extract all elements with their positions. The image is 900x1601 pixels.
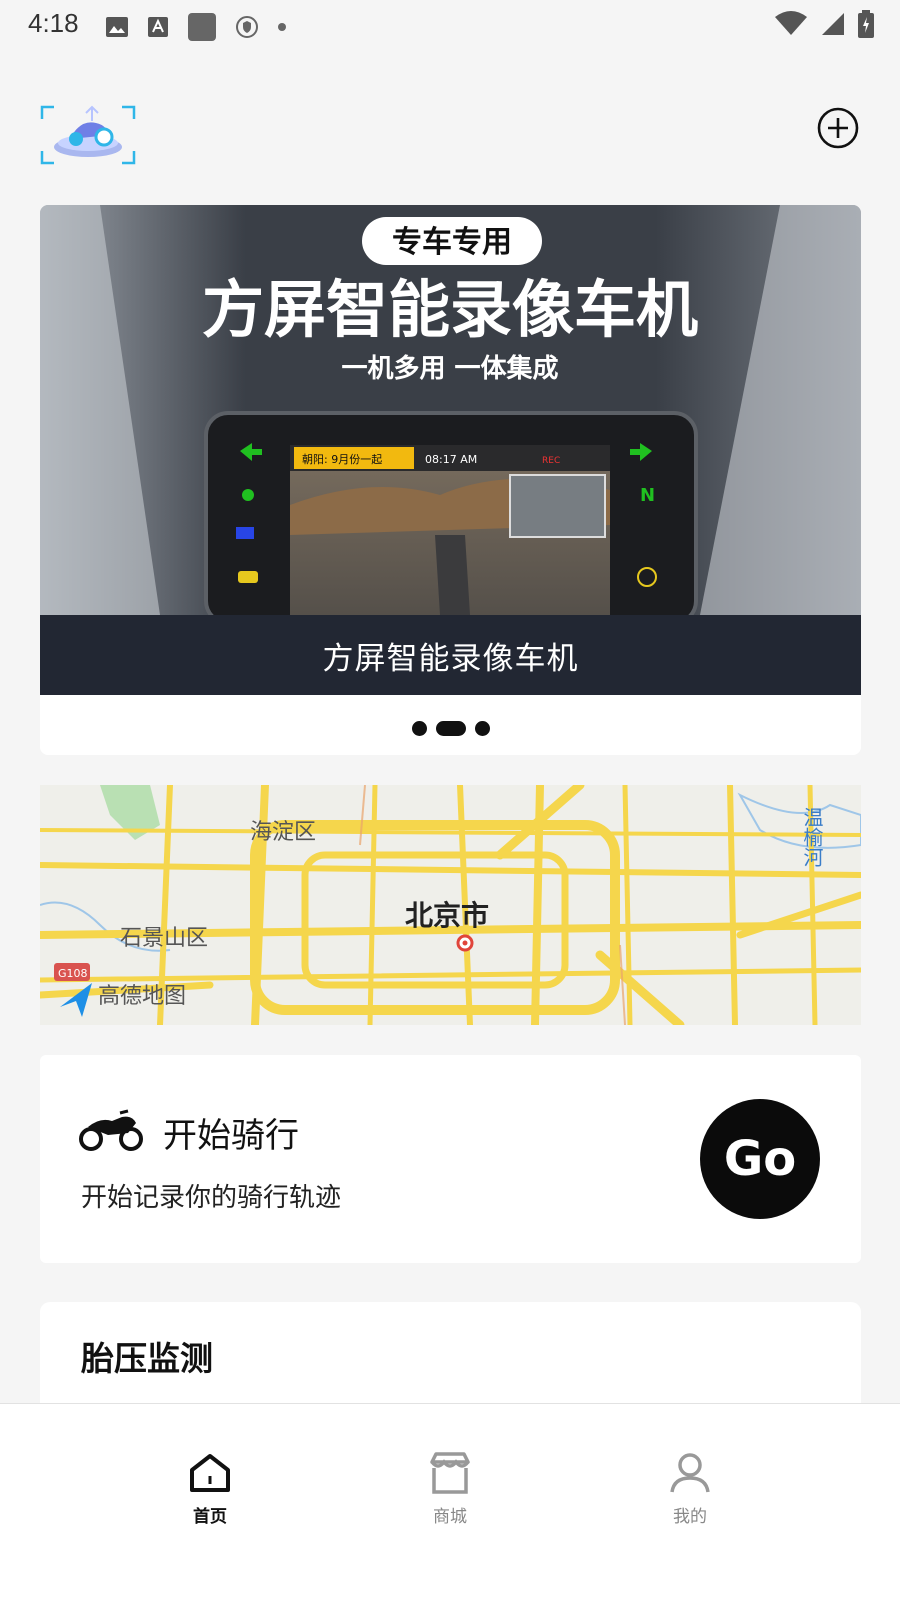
start-ride-subtitle: 开始记录你的骑行轨迹 (81, 1183, 342, 1213)
plus-circle-icon (817, 107, 859, 149)
square-icon (188, 13, 216, 41)
map-label-wenyu: 温榆河 (800, 807, 824, 867)
font-icon (148, 17, 168, 37)
tire-pressure-title: 胎压监测 (81, 1339, 213, 1378)
nav-label-shop: 商城 (433, 1507, 467, 1527)
nav-label-mine: 我的 (673, 1507, 707, 1527)
banner-badge: 专车专用 (392, 225, 512, 260)
banner-carousel[interactable]: 专车专用 方屏智能录像车机 一机多用 一体集成 朝阳: 9月份一起 08:17 … (40, 205, 861, 755)
carousel-dot[interactable] (474, 720, 490, 736)
add-device-button[interactable] (816, 106, 860, 150)
map-view[interactable]: 海淀区 北京市 石景山区 温榆河 G108 高德地图 (40, 785, 861, 1025)
motorcycle-icon (79, 1109, 143, 1151)
banner-caption: 方屏智能录像车机 (322, 640, 579, 677)
battery-icon (858, 10, 874, 38)
nav-item-home[interactable]: 首页 (150, 1452, 270, 1527)
status-time: 4:18 (28, 8, 79, 38)
signal-icon (822, 13, 844, 35)
device-screen-time: 08:17 AM (425, 453, 477, 466)
map-label-haidian: 海淀区 (250, 820, 316, 845)
map-label-beijing: 北京市 (405, 899, 489, 932)
device-screen-info: 朝阳: 9月份一起 (302, 453, 382, 466)
go-button[interactable]: Go (700, 1099, 820, 1219)
svg-text:N: N (640, 485, 655, 506)
start-ride-title: 开始骑行 (163, 1116, 299, 1156)
shield-icon (236, 16, 258, 38)
dot-icon (278, 23, 286, 31)
map-label-shijingshan: 石景山区 (120, 926, 208, 951)
carousel-dot[interactable] (411, 720, 427, 736)
nav-item-shop[interactable]: 商城 (390, 1452, 510, 1527)
bottom-navigation: 首页 商城 我的 (0, 1403, 900, 1601)
nav-label-home: 首页 (193, 1507, 227, 1527)
map-attribution: 高德地图 (98, 984, 186, 1009)
notification-icons (105, 12, 287, 42)
start-ride-card[interactable]: 开始骑行 开始记录你的骑行轨迹 Go (40, 1055, 861, 1263)
device-screen-rec: REC (542, 456, 560, 466)
map-road-badge: G108 (58, 967, 88, 980)
store-icon (430, 1452, 470, 1494)
wifi-icon (775, 11, 807, 35)
system-icons (774, 10, 874, 38)
status-bar: 4:18 (0, 0, 900, 50)
image-icon (106, 17, 128, 37)
nav-item-mine[interactable]: 我的 (630, 1452, 750, 1527)
banner-caption-bar: 方屏智能录像车机 (40, 615, 861, 695)
carousel-indicator (40, 718, 861, 738)
banner-image[interactable]: 专车专用 方屏智能录像车机 一机多用 一体集成 朝阳: 9月份一起 08:17 … (40, 205, 861, 615)
motorcycle-logo-icon (40, 105, 136, 165)
banner-tagline: 一机多用 一体集成 (341, 353, 558, 384)
carousel-dot-active[interactable] (435, 720, 466, 736)
banner-headline: 方屏智能录像车机 (202, 273, 698, 346)
home-icon (190, 1454, 230, 1492)
user-icon (670, 1453, 710, 1493)
